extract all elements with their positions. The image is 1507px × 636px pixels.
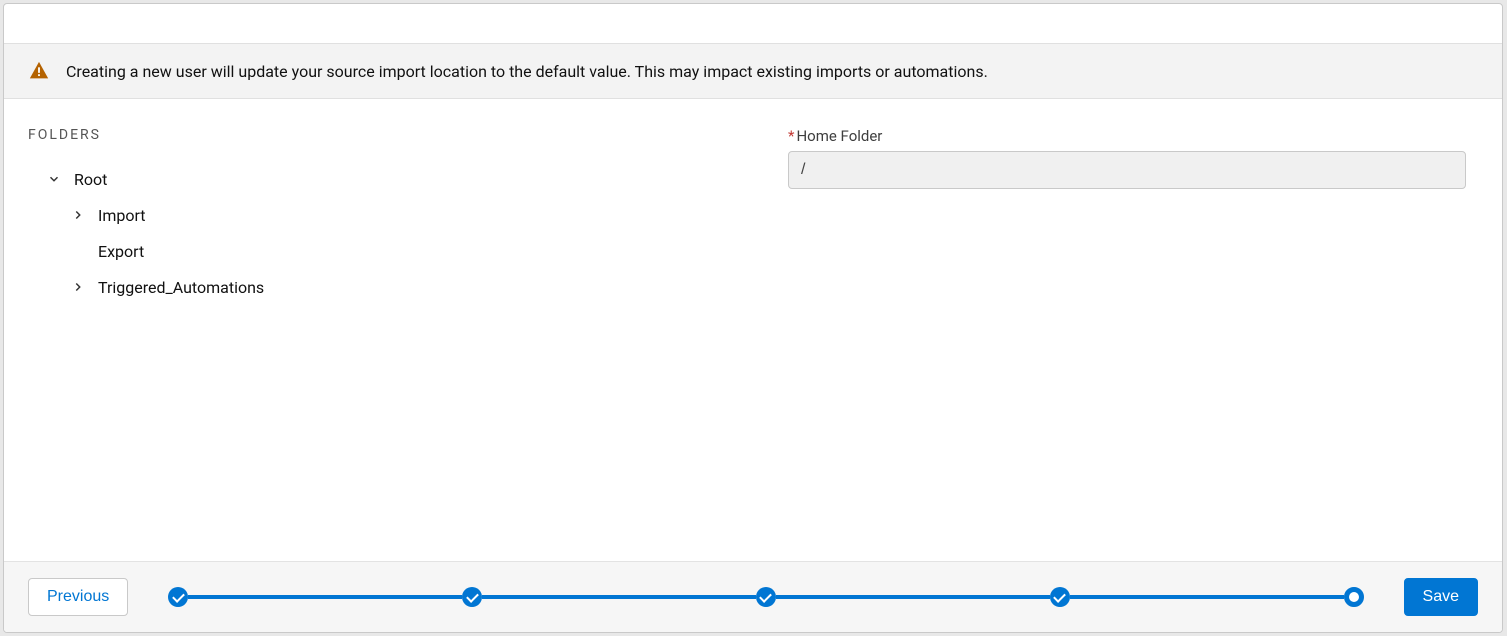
warning-text: Creating a new user will update your sou…: [66, 62, 988, 81]
home-folder-label: *Home Folder: [788, 127, 1466, 145]
dialog-footer: Previous Save: [4, 561, 1502, 632]
folder-node-root[interactable]: Root: [28, 161, 748, 197]
chevron-right-icon[interactable]: [70, 207, 86, 223]
folders-panel: FOLDERS Root Import: [28, 127, 748, 305]
step-3[interactable]: [756, 587, 776, 607]
previous-button[interactable]: Previous: [28, 578, 128, 616]
home-folder-panel: *Home Folder: [788, 127, 1478, 305]
folder-node-triggered-automations[interactable]: Triggered_Automations: [28, 269, 748, 305]
progress-stepper: [144, 587, 1387, 607]
folder-label: Root: [74, 170, 107, 189]
folder-node-import[interactable]: Import: [28, 197, 748, 233]
dialog-header: [4, 4, 1502, 44]
step-5-current[interactable]: [1344, 587, 1364, 607]
dialog: Creating a new user will update your sou…: [3, 3, 1503, 633]
chevron-right-icon[interactable]: [70, 279, 86, 295]
folder-tree: Root Import Export: [28, 161, 748, 305]
step-2[interactable]: [462, 587, 482, 607]
folder-node-export[interactable]: Export: [28, 233, 748, 269]
step-4[interactable]: [1050, 587, 1070, 607]
home-folder-input[interactable]: [788, 151, 1466, 189]
warning-icon: [28, 60, 50, 82]
chevron-down-icon[interactable]: [46, 171, 62, 187]
folders-heading: FOLDERS: [28, 127, 748, 143]
folder-label: Import: [98, 206, 146, 225]
folder-label: Export: [98, 242, 144, 261]
save-button[interactable]: Save: [1404, 578, 1478, 616]
dialog-body: FOLDERS Root Import: [4, 99, 1502, 305]
required-indicator: *: [788, 127, 794, 145]
step-1[interactable]: [168, 587, 188, 607]
warning-banner: Creating a new user will update your sou…: [4, 44, 1502, 99]
step-connector: [482, 595, 756, 599]
folder-label: Triggered_Automations: [98, 278, 264, 297]
step-connector: [1070, 595, 1344, 599]
step-connector: [776, 595, 1050, 599]
step-connector: [188, 595, 462, 599]
